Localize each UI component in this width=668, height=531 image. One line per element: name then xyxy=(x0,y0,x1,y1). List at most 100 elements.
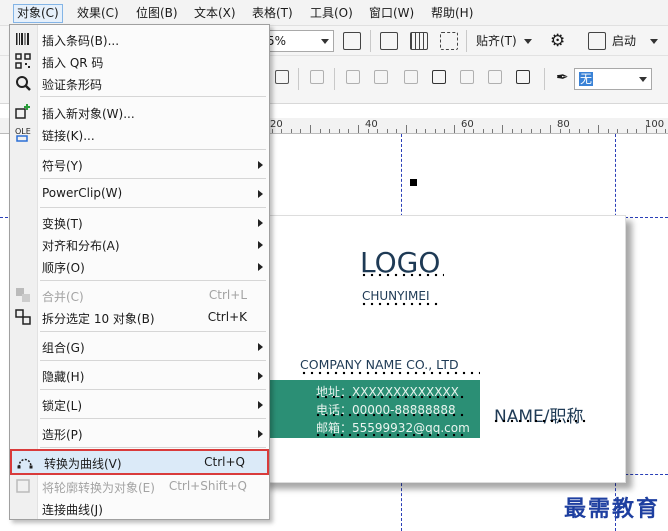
menu-item-insert-barcode[interactable]: 插入条码(B)... xyxy=(10,28,269,50)
menu-separator xyxy=(40,331,266,332)
menu-item-label: 对齐和分布(A) xyxy=(42,239,120,253)
trim-icon xyxy=(374,70,388,84)
menu-item-break-apart[interactable]: 拆分选定 10 对象(B) Ctrl+K xyxy=(10,306,269,328)
outline-width-select[interactable]: 无 xyxy=(574,68,652,90)
business-card[interactable] xyxy=(262,215,626,483)
menu-item-label: PowerClip(W) xyxy=(42,186,123,200)
selection-handle[interactable] xyxy=(410,179,417,186)
menu-item-label: 将轮廓转换为对象(E) xyxy=(42,481,155,495)
ruler-tick xyxy=(492,129,493,133)
menu-item-hide[interactable]: 隐藏(H) xyxy=(10,364,269,386)
submenu-arrow-icon xyxy=(258,430,263,438)
ruler-tick xyxy=(521,129,522,133)
menu-item-label: 插入新对象(W)... xyxy=(42,107,135,121)
ruler-tick xyxy=(320,129,321,133)
ruler-tick xyxy=(368,129,369,133)
menu-item-links[interactable]: OLE 链接(K)... xyxy=(10,123,269,145)
rulers-icon[interactable] xyxy=(380,32,398,50)
ruler-label: 80 xyxy=(557,119,570,130)
menu-item-label: 插入 QR 码 xyxy=(42,56,104,70)
ruler-tick xyxy=(281,129,282,133)
menu-separator xyxy=(40,447,266,448)
ruler-tick xyxy=(464,129,465,133)
ruler-tick xyxy=(291,129,292,133)
ruler-tick xyxy=(531,129,532,133)
menu-item-label: 合并(C) xyxy=(42,290,84,304)
toolbar-divider xyxy=(334,68,335,90)
ruler-tick xyxy=(579,129,580,133)
menu-item-shortcut: Ctrl+Shift+Q xyxy=(168,479,247,493)
menu-item-shaping[interactable]: 造形(P) xyxy=(10,422,269,444)
menu-bitmaps[interactable]: 位图(B) xyxy=(133,4,181,23)
menu-item-validate-barcode[interactable]: 验证条形码 xyxy=(10,72,269,94)
launch-icon[interactable] xyxy=(588,32,606,50)
ole-icon: OLE xyxy=(15,127,31,142)
ruler-label: 60 xyxy=(461,119,474,130)
ruler-tick xyxy=(339,129,340,133)
menu-bar: 对象(C) 效果(C) 位图(B) 文本(X) 表格(T) 工具(O) 窗口(W… xyxy=(0,0,668,26)
selection-nodes xyxy=(360,301,442,307)
zoom-select[interactable]: 5% xyxy=(262,30,334,52)
menu-item-align-distribute[interactable]: 对齐和分布(A) xyxy=(10,233,269,255)
menu-help[interactable]: 帮助(H) xyxy=(428,4,476,23)
convert-to-curves-icon xyxy=(17,458,33,469)
menu-window[interactable]: 窗口(W) xyxy=(366,4,417,23)
ruler-tick xyxy=(435,129,436,133)
menu-item-insert-qr[interactable]: 插入 QR 码 xyxy=(10,50,269,72)
menu-item-convert-to-curves[interactable]: 转换为曲线(V) Ctrl+Q xyxy=(10,449,269,475)
submenu-arrow-icon xyxy=(258,372,263,380)
menu-item-symbol[interactable]: 符号(Y) xyxy=(10,153,269,175)
menu-item-label: 变换(T) xyxy=(42,217,83,231)
menu-item-label: 连接曲线(J) xyxy=(42,503,103,517)
menu-object[interactable]: 对象(C) xyxy=(13,4,63,23)
menu-separator xyxy=(40,178,266,179)
menu-item-order[interactable]: 顺序(O) xyxy=(10,255,269,277)
menu-item-label: 插入条码(B)... xyxy=(42,34,120,48)
ruler-tick xyxy=(310,125,311,133)
insert-object-icon xyxy=(15,104,30,119)
ruler-tick xyxy=(454,125,455,133)
create-boundary-icon[interactable] xyxy=(516,70,530,84)
menu-text[interactable]: 文本(X) xyxy=(191,4,239,23)
verify-barcode-icon xyxy=(16,76,31,91)
chevron-down-icon[interactable] xyxy=(650,39,658,44)
menu-item-transform[interactable]: 变换(T) xyxy=(10,211,269,233)
selection-nodes xyxy=(314,412,464,418)
menu-effects[interactable]: 效果(C) xyxy=(74,4,122,23)
menu-tools[interactable]: 工具(O) xyxy=(307,4,356,23)
menu-item-group[interactable]: 组合(G) xyxy=(10,335,269,357)
toolbar-divider xyxy=(466,30,467,52)
selection-nodes xyxy=(314,432,464,438)
watermark: 最需教育 xyxy=(563,496,660,522)
menu-item-join-curves[interactable]: 连接曲线(J) xyxy=(10,497,269,519)
front-minus-back-icon xyxy=(460,70,474,84)
toolbar-divider xyxy=(298,68,299,90)
menu-item-label: 验证条形码 xyxy=(42,78,103,92)
menu-item-insert-new-object[interactable]: 插入新对象(W)... xyxy=(10,101,269,123)
guidelines-icon[interactable] xyxy=(440,32,458,50)
ruler-tick xyxy=(588,129,589,133)
simplify-icon[interactable] xyxy=(432,70,446,84)
combine-icon xyxy=(16,288,30,302)
full-screen-icon[interactable] xyxy=(343,32,361,50)
barcode-icon xyxy=(16,33,29,45)
menu-separator xyxy=(40,207,266,208)
copy-properties-icon[interactable] xyxy=(275,70,289,84)
grid-icon[interactable] xyxy=(410,32,428,50)
launch-button[interactable]: 启动 xyxy=(612,31,636,51)
menu-item-shortcut: Ctrl+Q xyxy=(204,455,245,469)
pen-icon: ✒ xyxy=(556,68,569,86)
ruler-tick xyxy=(608,129,609,133)
gear-icon[interactable]: ⚙ xyxy=(550,31,565,51)
ruler-tick xyxy=(444,129,445,133)
snap-to-button[interactable]: 贴齐(T) xyxy=(476,31,517,51)
menu-table[interactable]: 表格(T) xyxy=(249,4,296,23)
ruler-tick xyxy=(272,129,273,133)
chevron-down-icon[interactable] xyxy=(524,39,532,44)
selection-nodes xyxy=(314,394,464,400)
selection-nodes xyxy=(492,418,590,424)
menu-item-label: 顺序(O) xyxy=(42,261,85,275)
selection-nodes xyxy=(360,272,444,278)
menu-item-lock[interactable]: 锁定(L) xyxy=(10,393,269,415)
menu-item-powerclip[interactable]: PowerClip(W) xyxy=(10,182,269,204)
